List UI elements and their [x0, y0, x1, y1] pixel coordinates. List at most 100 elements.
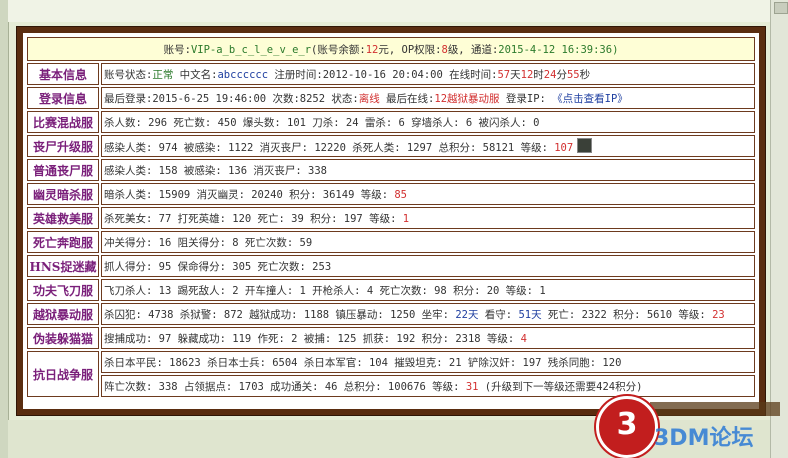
- ip-label: 登录IP:: [499, 92, 553, 105]
- op-label: OP权限:: [401, 43, 442, 56]
- kungfu-row: 功夫飞刀服 飞刀杀人: 13 踢死敌人: 2 开车撞人: 1 开枪杀人: 4 死…: [27, 279, 755, 301]
- account-value: VIP-a_b_c_l_e_v_e_r: [190, 43, 312, 56]
- hero-label: 英雄救美服: [27, 207, 99, 229]
- basic-info-label: 基本信息: [27, 63, 99, 85]
- zombie-upgrade-level: 107: [554, 141, 574, 154]
- op-unit: 级, 通道:: [447, 43, 499, 56]
- hns-label: HNS捉迷藏: [27, 255, 99, 277]
- watermark-bar: [650, 402, 780, 416]
- site-watermark: 3 3DM论坛: [596, 392, 782, 458]
- zombie-upgrade-row: 丧尸升级服 感染人类: 974 被感染: 1122 消灭丧尸: 12220 杀死…: [27, 135, 755, 157]
- left-frame-edge: [0, 0, 9, 458]
- race-row: 比赛混战服 杀人数: 296 死亡数: 450 爆头数: 101 刀杀: 24 …: [27, 111, 755, 133]
- login-count-value: 8252: [299, 92, 326, 105]
- frame-top-area: [8, 0, 770, 22]
- last-online-label: 最后在线:: [379, 92, 435, 105]
- war-label: 抗日战争服: [27, 351, 99, 397]
- basic-info-row: 基本信息 账号状态:正常 中文名:abcccccc 注册时间:2012-10-1…: [27, 63, 755, 85]
- reg-label: 注册时间:: [268, 68, 323, 81]
- hide-text: 搜捕成功: 97 躲藏成功: 119 作死: 2 被捕: 125 抓获: 192…: [104, 332, 521, 345]
- jail-days: 22天: [455, 308, 479, 321]
- hide-row: 伪装躲猫猫 搜捕成功: 97 躲藏成功: 119 作死: 2 被捕: 125 抓…: [27, 327, 755, 349]
- cn-name-value: abcccccc: [217, 68, 269, 81]
- state-value: 离线: [358, 92, 380, 105]
- ghost-row: 幽灵暗杀服 暗杀人类: 15909 消灭幽灵: 20240 积分: 36149 …: [27, 183, 755, 205]
- jail-cell: 杀囚犯: 4738 杀狱警: 872 越狱成功: 1188 镇压暴动: 1250…: [101, 303, 755, 325]
- war-text-post: (升级到下一等级还需要424积分): [478, 380, 643, 393]
- guard-days: 51天: [518, 308, 542, 321]
- war-cell-1: 杀日本平民: 18623 杀日本士兵: 6504 杀日本军官: 104 摧毁坦克…: [101, 351, 755, 373]
- escape-cell: 冲关得分: 16 阻关得分: 8 死亡次数: 59: [101, 231, 755, 253]
- kungfu-label: 功夫飞刀服: [27, 279, 99, 301]
- ghost-cell: 暗杀人类: 15909 消灭幽灵: 20240 积分: 36149 等级: 85: [101, 183, 755, 205]
- war-text-pre: 阵亡次数: 338 占领据点: 1703 成功通关: 46 总积分: 10067…: [104, 380, 466, 393]
- minutes-unit: 分: [556, 68, 567, 81]
- last-online-value: 12越狱暴动服: [434, 92, 500, 105]
- basic-info-cell: 账号状态:正常 中文名:abcccccc 注册时间:2012-10-16 20:…: [101, 63, 755, 85]
- war-level: 31: [465, 380, 479, 393]
- login-info-label: 登录信息: [27, 87, 99, 109]
- race-label: 比赛混战服: [27, 111, 99, 133]
- zombie-normal-label: 普通丧尸服: [27, 159, 99, 181]
- jail-label: 越狱暴动服: [27, 303, 99, 325]
- balance-unit: 元,: [378, 43, 402, 56]
- login-info-row: 登录信息 最后登录:2015-6-25 19:46:00 次数:8252 状态:…: [27, 87, 755, 109]
- online-days: 57: [497, 68, 511, 81]
- vertical-scrollbar[interactable]: [770, 0, 788, 458]
- player-info-table: 账号:VIP-a_b_c_l_e_v_e_r(账号余额:12元, OP权限:8级…: [25, 35, 757, 399]
- jail-row: 越狱暴动服 杀囚犯: 4738 杀狱警: 872 越狱成功: 1188 镇压暴动…: [27, 303, 755, 325]
- zombie-upgrade-label: 丧尸升级服: [27, 135, 99, 157]
- online-seconds: 55: [566, 68, 580, 81]
- jail-text-pre: 杀囚犯: 4738 杀狱警: 872 越狱成功: 1188 镇压暴动: 1250…: [104, 308, 456, 321]
- last-login-label: 最后登录:: [104, 92, 153, 105]
- online-label: 在线时间:: [442, 68, 498, 81]
- hours-unit: 时: [533, 68, 544, 81]
- hns-cell: 抓人得分: 95 保命得分: 305 死亡次数: 253: [101, 255, 755, 277]
- player-info-panel: 账号:VIP-a_b_c_l_e_v_e_r(账号余额:12元, OP权限:8级…: [16, 26, 766, 416]
- zombie-upgrade-text: 感染人类: 974 被感染: 1122 消灭丧尸: 12220 杀死人类: 12…: [104, 141, 555, 154]
- ghost-level: 85: [394, 188, 408, 201]
- days-unit: 天: [510, 68, 521, 81]
- login-info-cell: 最后登录:2015-6-25 19:46:00 次数:8252 状态:离线 最后…: [101, 87, 755, 109]
- hide-level: 4: [520, 332, 527, 345]
- state-label: 状态:: [325, 92, 359, 105]
- jail-text-mid: 看守:: [478, 308, 519, 321]
- ghost-text: 暗杀人类: 15909 消灭幽灵: 20240 积分: 36149 等级:: [104, 188, 395, 201]
- hns-row: HNS捉迷藏 抓人得分: 95 保命得分: 305 死亡次数: 253: [27, 255, 755, 277]
- status-label: 账号状态:: [104, 68, 153, 81]
- online-hours: 12: [520, 68, 534, 81]
- cn-name-label: 中文名:: [173, 68, 218, 81]
- seconds-unit: 秒: [579, 68, 591, 81]
- status-value: 正常: [152, 68, 174, 81]
- avatar-icon: [577, 137, 593, 153]
- login-count-label: 次数:: [266, 92, 300, 105]
- jail-text-post: 死亡: 2322 积分: 5610 等级:: [541, 308, 713, 321]
- hero-text: 杀死美女: 77 打死英雄: 120 死亡: 39 积分: 197 等级:: [104, 212, 403, 225]
- war-row-1: 抗日战争服 杀日本平民: 18623 杀日本士兵: 6504 杀日本军官: 10…: [27, 351, 755, 397]
- account-header-cell: 账号:VIP-a_b_c_l_e_v_e_r(账号余额:12元, OP权限:8级…: [27, 37, 755, 61]
- scrollbar-thumb[interactable]: [774, 2, 788, 14]
- hide-label: 伪装躲猫猫: [27, 327, 99, 349]
- hide-cell: 搜捕成功: 97 躲藏成功: 119 作死: 2 被捕: 125 抓获: 192…: [101, 327, 755, 349]
- account-label: 账号:: [163, 43, 191, 56]
- watermark-text: 3DM论坛: [654, 426, 754, 451]
- hero-row: 英雄救美服 杀死美女: 77 打死英雄: 120 死亡: 39 积分: 197 …: [27, 207, 755, 229]
- hero-cell: 杀死美女: 77 打死英雄: 120 死亡: 39 积分: 197 等级: 1: [101, 207, 755, 229]
- account-header-row: 账号:VIP-a_b_c_l_e_v_e_r(账号余额:12元, OP权限:8级…: [27, 37, 755, 61]
- escape-row: 死亡奔跑服 冲关得分: 16 阻关得分: 8 死亡次数: 59: [27, 231, 755, 253]
- zombie-upgrade-cell: 感染人类: 974 被感染: 1122 消灭丧尸: 12220 杀死人类: 12…: [101, 135, 755, 157]
- reg-value: 2012-10-16 20:04:00: [322, 68, 443, 81]
- ghost-label: 幽灵暗杀服: [27, 183, 99, 205]
- race-cell: 杀人数: 296 死亡数: 450 爆头数: 101 刀杀: 24 雷杀: 6 …: [101, 111, 755, 133]
- player-info-inner: 账号:VIP-a_b_c_l_e_v_e_r(账号余额:12元, OP权限:8级…: [23, 33, 759, 409]
- kungfu-cell: 飞刀杀人: 13 踢死敌人: 2 开车撞人: 1 开枪杀人: 4 死亡次数: 9…: [101, 279, 755, 301]
- watermark-logo-icon: 3: [596, 396, 658, 458]
- last-login-value: 2015-6-25 19:46:00: [152, 92, 267, 105]
- view-ip-link[interactable]: 《点击查看IP》: [552, 93, 628, 105]
- balance-label: (账号余额:: [311, 43, 366, 56]
- zombie-normal-cell: 感染人类: 158 被感染: 136 消灭丧尸: 338: [101, 159, 755, 181]
- zombie-normal-row: 普通丧尸服 感染人类: 158 被感染: 136 消灭丧尸: 338: [27, 159, 755, 181]
- header-datetime: 2015-4-12 16:39:36): [498, 43, 619, 56]
- escape-label: 死亡奔跑服: [27, 231, 99, 253]
- online-minutes: 24: [543, 68, 557, 81]
